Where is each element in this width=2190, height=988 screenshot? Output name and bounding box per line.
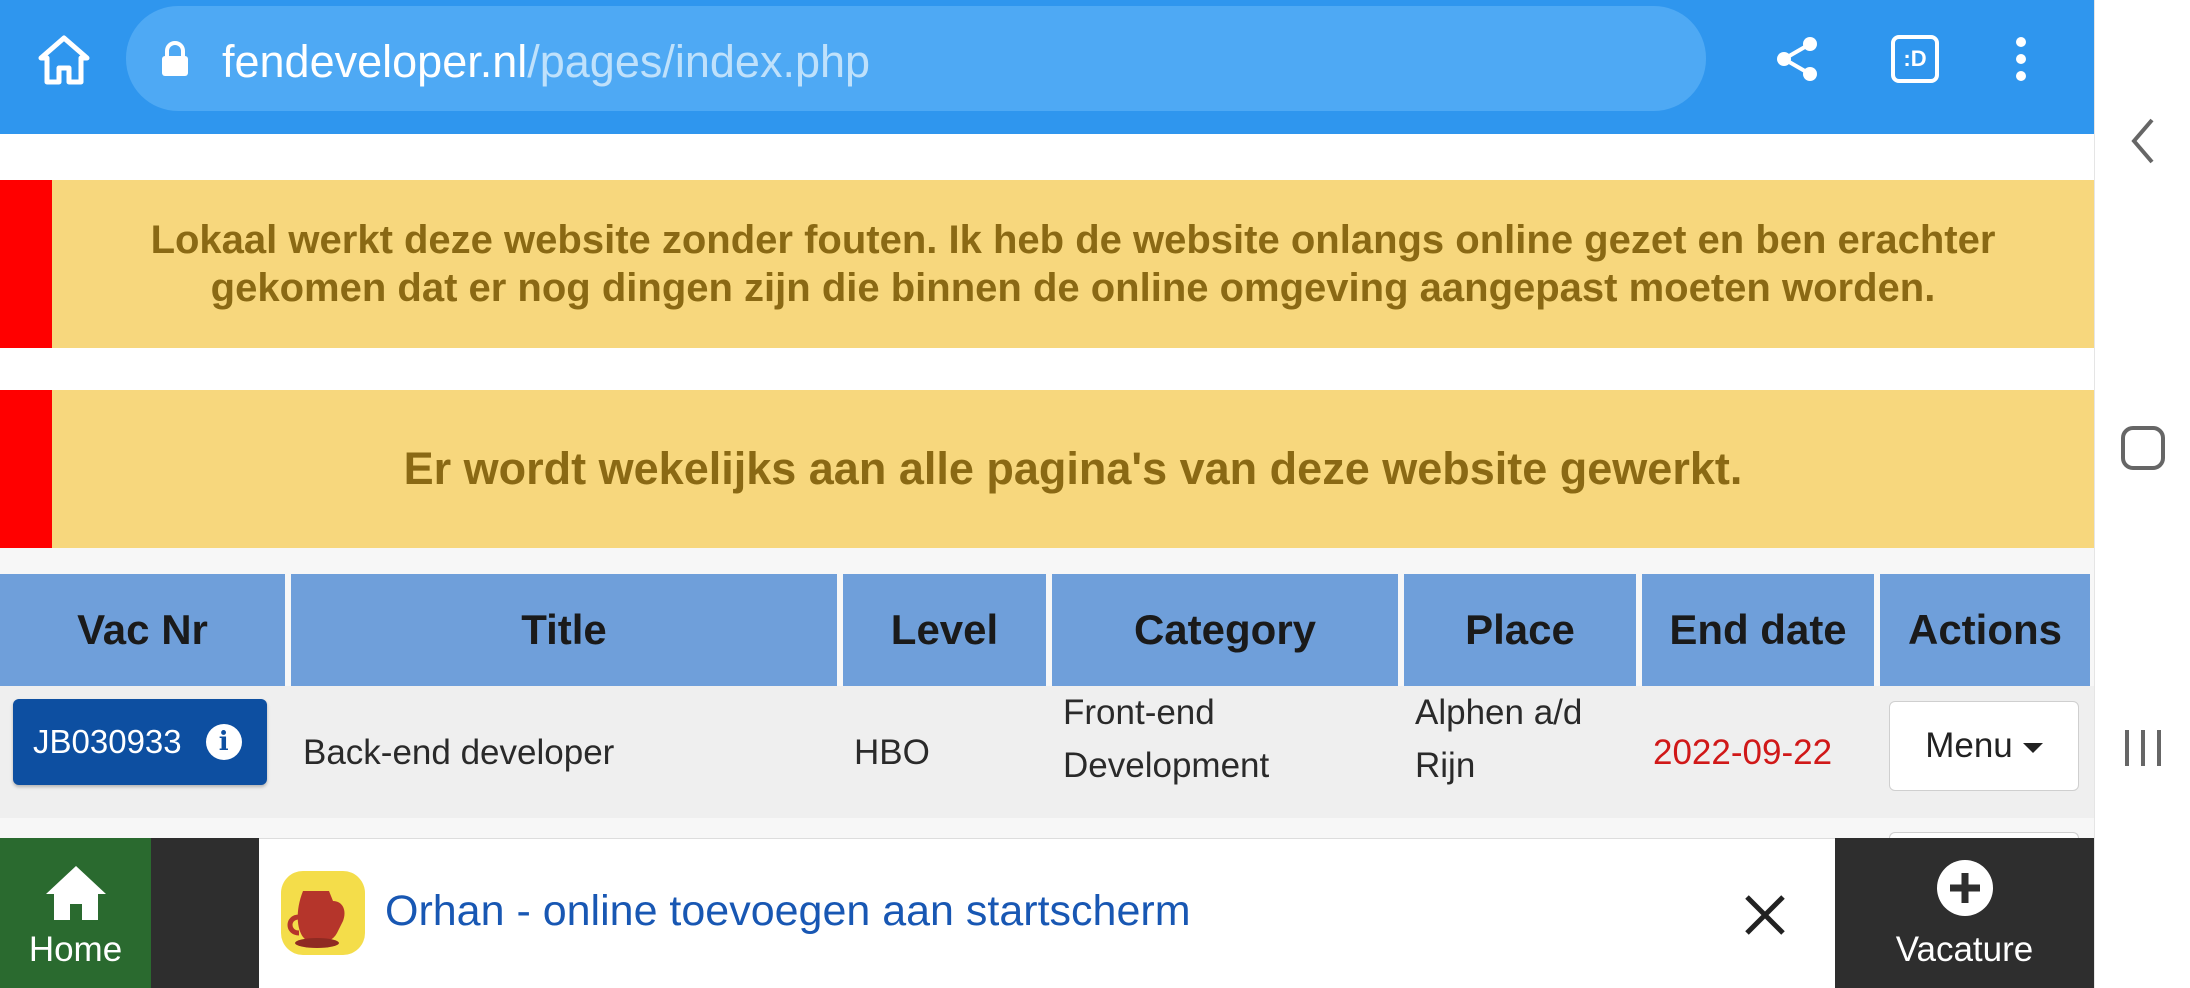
- home-tab[interactable]: Home: [0, 838, 151, 988]
- caret-down-icon: [2022, 743, 2043, 753]
- add-to-home-screen-banner[interactable]: Orhan - online toevoegen aan startscherm: [259, 838, 1835, 988]
- spacer: [0, 134, 2094, 180]
- vacature-tab-label: Vacature: [1895, 930, 2034, 969]
- url-domain: fendeveloper.nl: [222, 36, 528, 87]
- bottom-navigation: Home Orhan - online toevoegen aan starts…: [0, 838, 2094, 988]
- vacancy-end-date: 2022-09-22: [1653, 733, 1833, 772]
- notice-banner-weekly: Er wordt wekelijks aan alle pagina's van…: [0, 390, 2094, 548]
- more-options-icon[interactable]: [1986, 24, 2056, 94]
- notice-text: Lokaal werkt deze website zonder fouten.…: [150, 218, 1996, 310]
- notice-text: Er wordt wekelijks aan alle pagina's van…: [403, 443, 1743, 494]
- add-to-home-text: Orhan - online toevoegen aan startscherm: [385, 887, 1191, 935]
- category-line: Front-end: [1063, 693, 1215, 732]
- column-header-actions[interactable]: Actions: [1880, 574, 2090, 686]
- vacancy-level: HBO: [854, 733, 930, 772]
- browser-toolbar: fendeveloper.nl/pages/index.php :D: [0, 0, 2094, 134]
- tab-switcher-label: :D: [1891, 35, 1939, 83]
- url-path: /pages/index.php: [527, 36, 871, 87]
- home-nav-icon[interactable]: [2095, 424, 2190, 472]
- place-line: Rijn: [1415, 746, 1476, 785]
- vacature-tab[interactable]: Vacature: [1835, 838, 2094, 988]
- spacer: [0, 348, 2094, 390]
- vacancy-number-button[interactable]: JB030933 i: [13, 699, 267, 785]
- column-header-end-date[interactable]: End date: [1642, 574, 1874, 686]
- lock-icon: [160, 40, 190, 83]
- app-icon: [281, 871, 365, 955]
- column-header-level[interactable]: Level: [843, 574, 1046, 686]
- vacancy-title: Back-end developer: [303, 733, 615, 772]
- close-icon[interactable]: [1737, 887, 1793, 943]
- system-navigation-bar: [2094, 0, 2190, 988]
- vacancy-number: JB030933: [33, 723, 182, 760]
- column-header-category[interactable]: Category: [1052, 574, 1398, 686]
- column-header-place[interactable]: Place: [1404, 574, 1636, 686]
- column-header-vac-nr[interactable]: Vac Nr: [0, 574, 285, 686]
- plus-circle-icon: [1936, 860, 1993, 916]
- back-nav-icon[interactable]: [2095, 116, 2190, 166]
- column-header-title[interactable]: Title: [291, 574, 837, 686]
- address-bar[interactable]: fendeveloper.nl/pages/index.php: [126, 6, 1706, 111]
- tab-switcher-icon[interactable]: :D: [1880, 24, 1950, 94]
- place-line: Alphen a/d: [1415, 693, 1583, 732]
- browser-home-icon[interactable]: [32, 28, 96, 92]
- menu-label: Menu: [1925, 726, 2013, 765]
- url-text: fendeveloper.nl/pages/index.php: [222, 36, 870, 88]
- category-line: Development: [1063, 746, 1270, 785]
- home-tab-label: Home: [28, 930, 123, 969]
- recents-nav-icon[interactable]: [2095, 726, 2190, 770]
- notice-banner-local: Lokaal werkt deze website zonder fouten.…: [0, 180, 2094, 348]
- home-icon: [45, 866, 106, 920]
- share-icon[interactable]: [1762, 24, 1832, 94]
- vacancy-category: Front-end Development: [1063, 686, 1269, 792]
- info-icon: i: [205, 724, 242, 760]
- table-row: JB030933 i Back-end developer HBO Front-…: [0, 686, 2094, 818]
- row-menu-button[interactable]: Menu: [1889, 701, 2079, 791]
- vacancy-place: Alphen a/d Rijn: [1415, 686, 1582, 792]
